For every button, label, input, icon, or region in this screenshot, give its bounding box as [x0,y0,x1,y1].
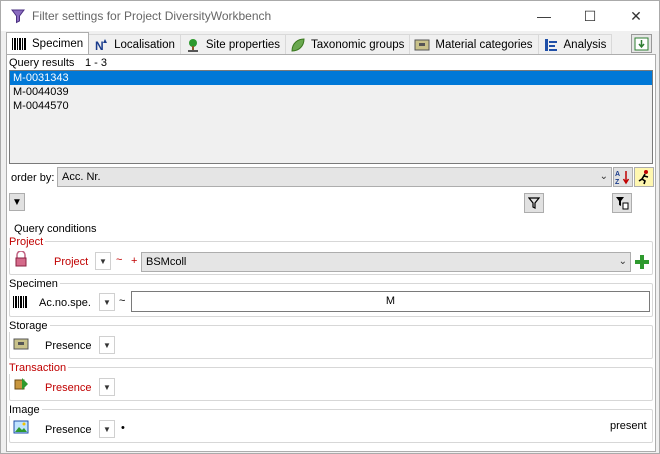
lock-icon [15,251,27,267]
list-item[interactable]: M-0031343 [10,71,652,85]
project-value-select[interactable]: BSMcoll ⌄ [141,252,631,272]
drawer-icon [414,39,430,50]
storage-field-label: Presence [45,340,92,352]
export-button[interactable] [631,34,652,53]
tree-icon [187,38,198,52]
transaction-group-label: Transaction [9,362,69,374]
transaction-icon [14,378,28,390]
window-title: Filter settings for Project DiversityWor… [32,9,272,23]
tab-label: Localisation [114,38,175,51]
add-project-icon[interactable] [634,254,650,270]
filter-settings-window: Filter settings for Project DiversityWor… [0,0,660,454]
image-group-label: Image [9,404,42,416]
filter-button[interactable] [524,193,544,213]
sort-az-icon: A Z [615,171,630,185]
tab-taxonomic-groups[interactable]: Taxonomic groups [285,34,411,54]
storage-field-dropdown[interactable]: ▼ [99,336,115,354]
tab-localisation[interactable]: N Localisation [88,34,181,54]
triangle-down-icon: ▼ [12,196,22,208]
image-value[interactable]: present [610,420,647,432]
funnel-icon [528,197,540,209]
triangle-down-icon: ▼ [99,256,107,266]
tab-strip: Specimen N Localisation Site properties … [6,32,613,54]
tab-label: Material categories [435,38,533,51]
specimen-group-label: Specimen [9,278,60,290]
storage-box-icon [13,338,29,350]
svg-text:Z: Z [615,179,620,185]
minimize-button[interactable]: — [521,1,567,31]
funnel-clear-icon [616,197,629,210]
project-value: BSMcoll [146,256,187,268]
storage-group-label: Storage [9,320,50,332]
run-query-button[interactable] [634,167,654,187]
tab-material-categories[interactable]: Material categories [409,34,539,54]
tab-analysis[interactable]: Analysis [537,34,613,54]
specimen-field-dropdown[interactable]: ▼ [99,293,115,311]
reset-filter-button[interactable] [612,193,632,213]
project-field-dropdown[interactable]: ▼ [95,252,111,270]
maximize-button[interactable]: ☐ [567,1,613,31]
triangle-down-icon: ▼ [103,382,111,392]
svg-text:A: A [615,171,620,178]
query-results-label: Query results [9,57,75,69]
leaf-icon [291,37,305,52]
query-conditions-label: Query conditions [14,223,97,235]
project-field-label: Project [54,256,89,268]
query-results-count: 1 - 3 [85,57,108,69]
tab-label: Taxonomic groups [311,38,405,51]
triangle-down-icon: ▼ [103,297,111,307]
project-group-label: Project [9,236,46,248]
specimen-field-label: Ac.no.spe. [39,297,91,309]
image-field-dropdown[interactable]: ▼ [99,420,115,438]
image-icon [13,420,29,434]
barcode-icon [12,37,26,50]
chevron-down-icon: ⌄ [599,171,608,182]
transaction-field-dropdown[interactable]: ▼ [99,378,115,396]
tab-label: Site properties [205,38,281,51]
barcode-icon [13,296,27,308]
specimen-value-input[interactable]: M [131,291,650,312]
list-item[interactable]: M-0044570 [10,99,652,113]
title-bar: Filter settings for Project DiversityWor… [1,1,659,31]
tab-site-properties[interactable]: Site properties [179,34,287,54]
north-arrow-icon: N [95,38,108,52]
order-by-select[interactable]: Acc. Nr. ⌄ [57,167,612,187]
project-operator[interactable]: ~ [116,254,122,266]
tab-specimen[interactable]: Specimen [6,32,90,54]
tab-label: Analysis [563,38,607,51]
transaction-field-label: Presence [45,382,92,394]
specimen-operator[interactable]: ~ [119,295,125,307]
list-item[interactable]: M-0044039 [10,85,652,99]
chevron-down-icon: ⌄ [618,256,627,267]
runner-icon [638,170,649,185]
close-button[interactable]: ✕ [613,1,659,31]
triangle-down-icon: ▼ [103,424,111,434]
analysis-icon [544,38,557,51]
svg-text:N: N [95,39,104,52]
triangle-down-icon: ▼ [103,340,111,350]
export-icon [634,37,649,50]
sort-direction-button[interactable]: A Z [613,167,633,187]
tab-label: Specimen [32,37,84,50]
funnel-app-icon [11,9,25,24]
image-field-label: Presence [45,424,92,436]
image-operator[interactable]: • [121,422,125,434]
query-results-list[interactable]: M-0031343 M-0044039 M-0044570 [9,70,653,164]
order-by-label: order by: [11,172,55,184]
order-by-value: Acc. Nr. [62,171,101,183]
project-plus-operator[interactable]: + [131,255,137,267]
expand-toggle-button[interactable]: ▼ [9,193,25,211]
